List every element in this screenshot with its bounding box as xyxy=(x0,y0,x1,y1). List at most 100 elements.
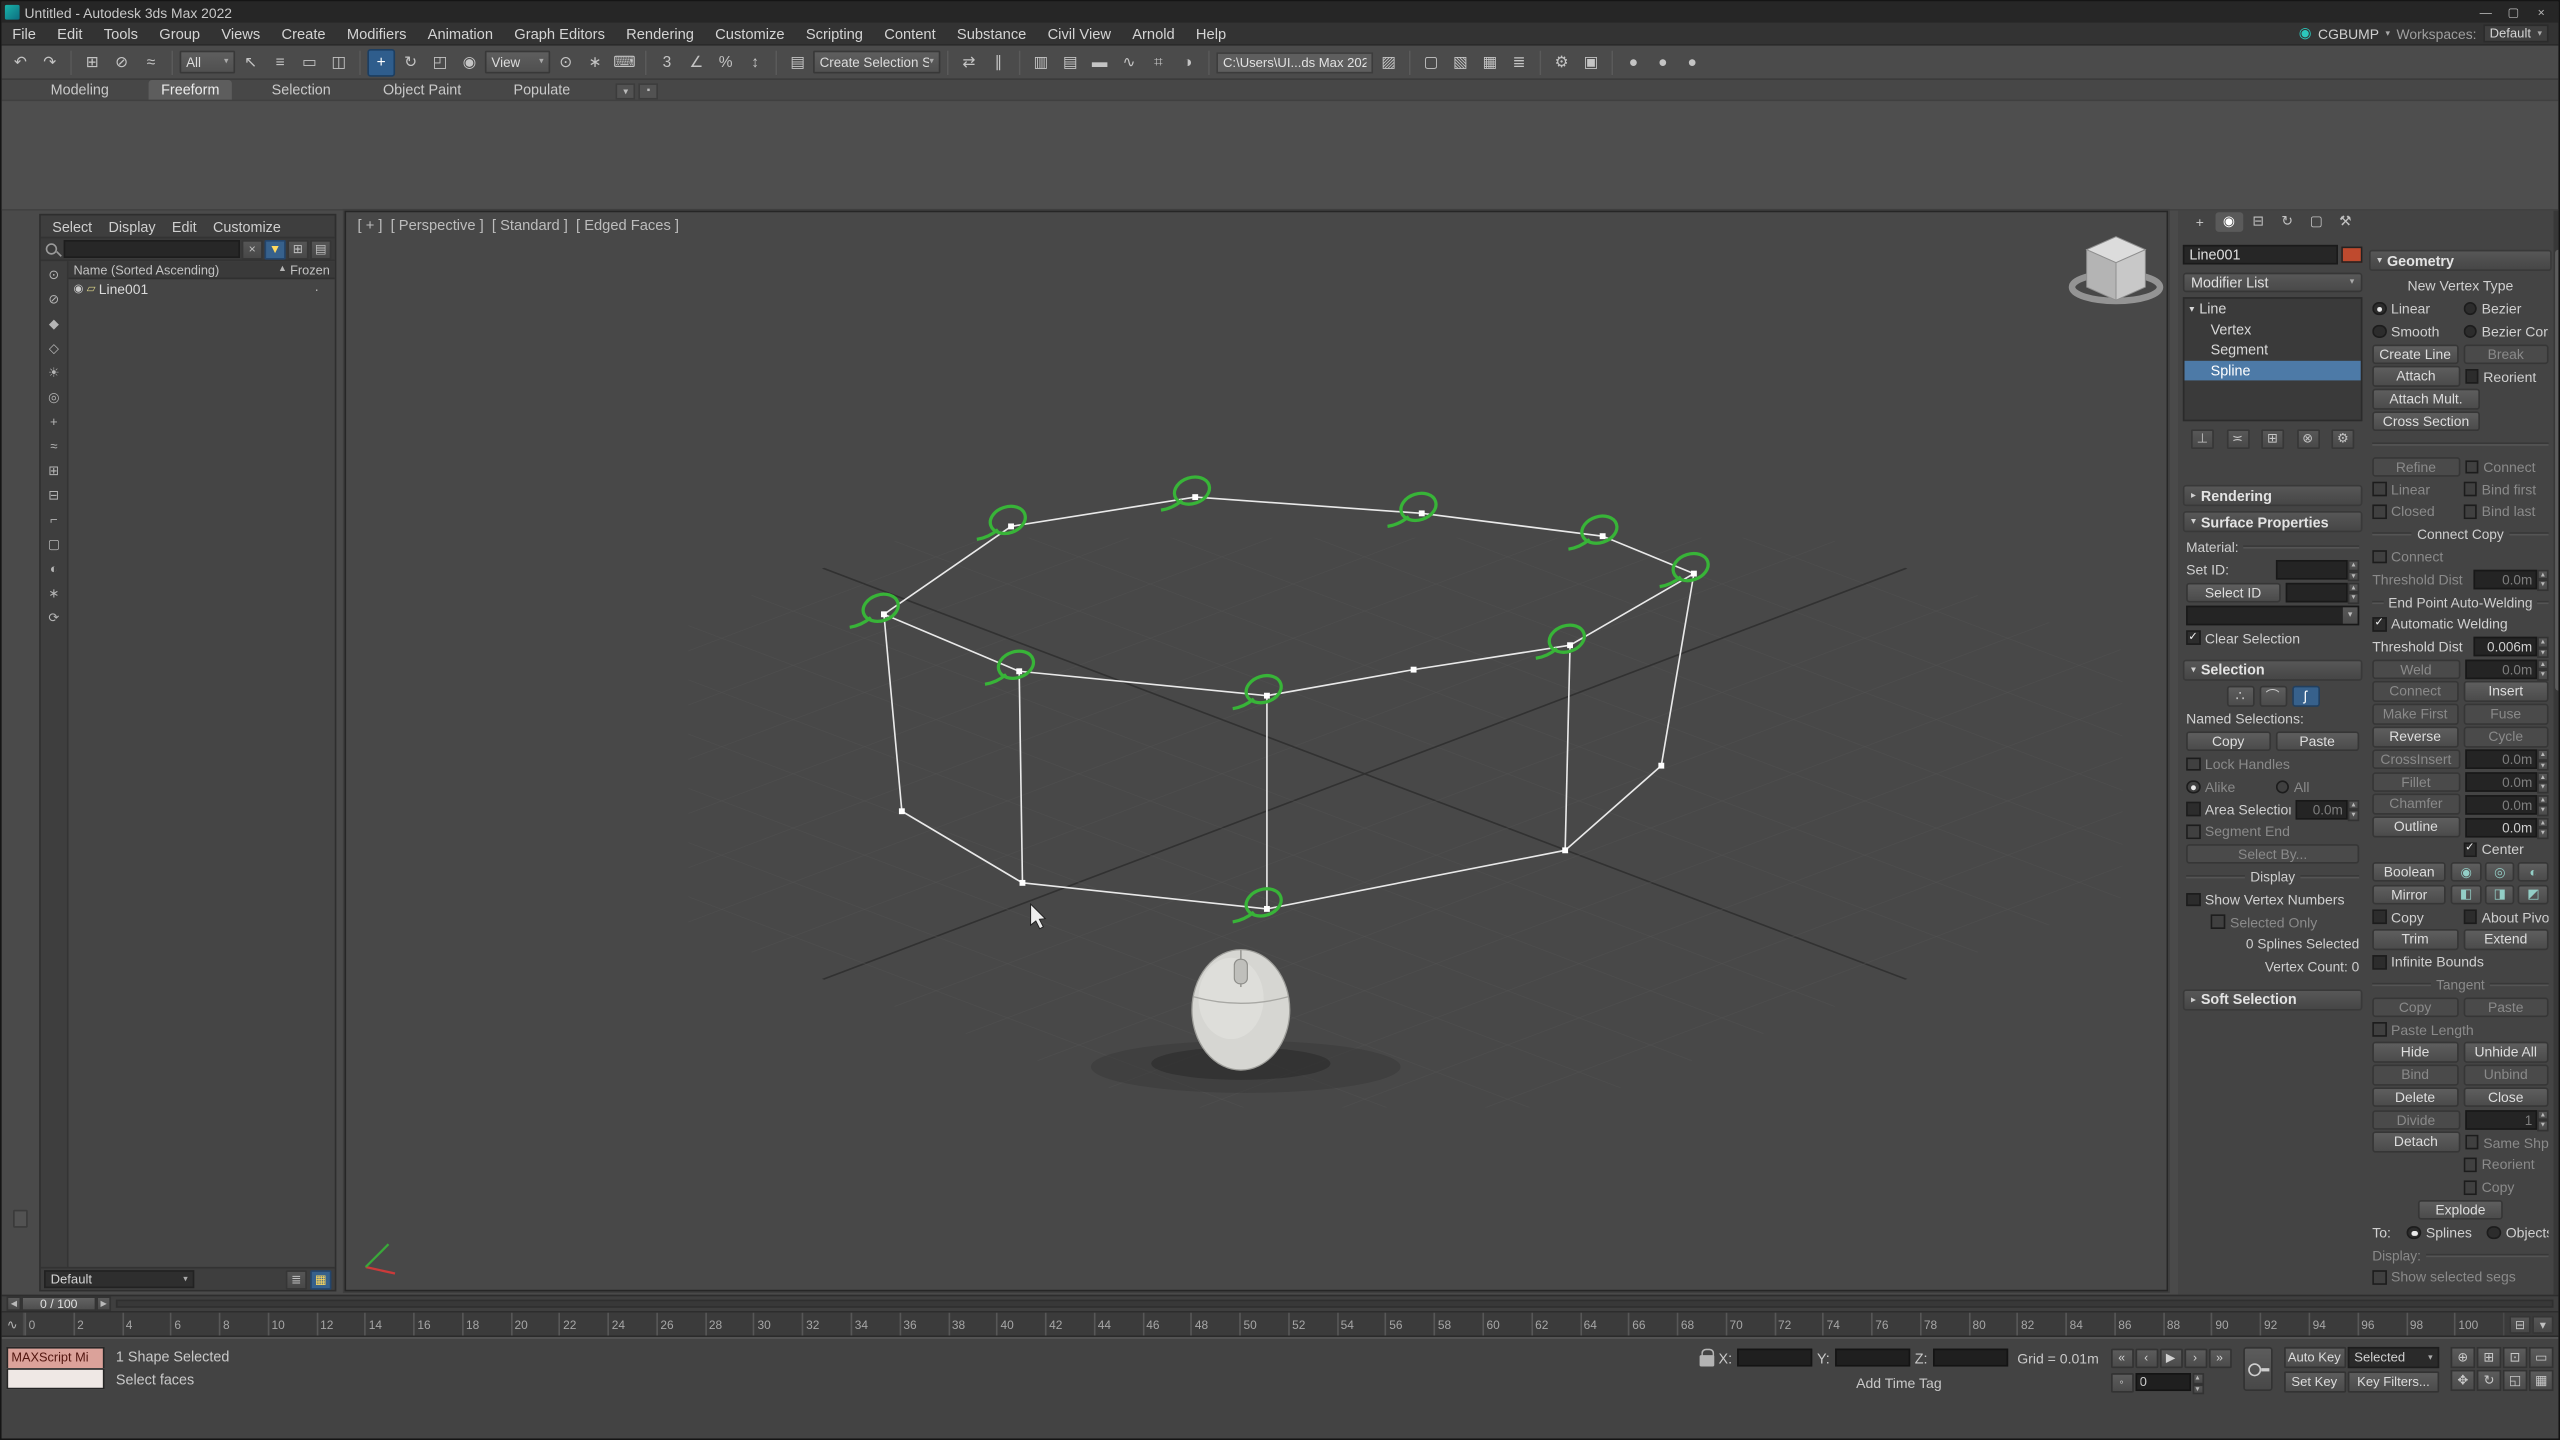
object-color-swatch[interactable] xyxy=(2341,247,2362,263)
ribbon-pin-icon[interactable]: ▪ xyxy=(639,83,659,99)
zoom-all-icon[interactable]: ⊞ xyxy=(2477,1347,2501,1368)
menu-modifiers[interactable]: Modifiers xyxy=(336,23,417,44)
save-file-icon[interactable]: ▦ xyxy=(1476,48,1504,76)
modifier-stack-item-segment[interactable]: Segment xyxy=(2184,340,2360,360)
display-everything-icon[interactable]: ⊙ xyxy=(42,263,66,287)
ribbon-tab-modeling[interactable]: Modeling xyxy=(38,80,122,100)
value-spinner[interactable]: 0.006m▲▼ xyxy=(2473,637,2548,657)
menu-edit[interactable]: Edit xyxy=(47,23,94,44)
z-coordinate-field[interactable] xyxy=(1932,1349,2007,1367)
window-crossing-icon[interactable]: ◫ xyxy=(325,48,353,76)
create-tab-icon[interactable]: + xyxy=(2186,211,2213,231)
schematic-view-icon[interactable]: ⌗ xyxy=(1144,48,1172,76)
menu-graph-editors[interactable]: Graph Editors xyxy=(504,23,616,44)
trackbar-config-icon[interactable]: ⊟ xyxy=(2509,1315,2530,1333)
ribbon-tab-object-paint[interactable]: Object Paint xyxy=(370,80,474,100)
attach-button[interactable]: Attach xyxy=(2372,366,2459,386)
mirror-horizontal-icon[interactable]: ◧ xyxy=(2451,885,2481,905)
copy-button[interactable]: Copy xyxy=(2186,731,2270,751)
ribbon-tab-populate[interactable]: Populate xyxy=(500,80,583,100)
spinner-arrows-icon[interactable]: ▲▼ xyxy=(2537,1110,2548,1130)
center-checkbox[interactable]: ✓Center xyxy=(2463,841,2549,857)
undo-icon[interactable]: ↶ xyxy=(7,48,35,76)
render-iterative-icon[interactable]: ● xyxy=(1649,48,1677,76)
menu-substance[interactable]: Substance xyxy=(946,23,1037,44)
track-bar[interactable]: ∿ 02468101214161820222426283032343638404… xyxy=(2,1313,2559,1337)
spinner-arrows-icon[interactable]: ▲▼ xyxy=(2348,560,2359,580)
spinner-arrows-icon[interactable]: ▲▼ xyxy=(2537,659,2548,679)
modifier-stack-item-spline[interactable]: Spline xyxy=(2184,360,2360,380)
spinner-arrows-icon[interactable]: ▲▼ xyxy=(2348,799,2359,819)
align-icon[interactable]: ∥ xyxy=(984,48,1012,76)
zoom-extents-icon[interactable]: ⊡ xyxy=(2503,1347,2527,1368)
percent-snap-icon[interactable]: % xyxy=(712,48,740,76)
objects-radio[interactable]: Objects xyxy=(2487,1224,2549,1240)
insert-button[interactable]: Insert xyxy=(2463,682,2549,702)
reference-coordinate-dropdown[interactable]: View▾ xyxy=(485,51,550,74)
menu-civil-view[interactable]: Civil View xyxy=(1037,23,1122,44)
previous-frame-icon[interactable]: ‹ xyxy=(2135,1348,2158,1368)
visibility-eye-icon[interactable]: ◉ xyxy=(73,282,83,295)
spinner-arrows-icon[interactable]: ▲▼ xyxy=(2537,772,2548,792)
trackbar-filter-icon[interactable]: ▾ xyxy=(2532,1315,2553,1333)
ribbon-tab-selection[interactable]: Selection xyxy=(259,80,344,100)
unlink-selection-icon[interactable]: ⊘ xyxy=(108,48,136,76)
display-containers-icon[interactable]: ▢ xyxy=(42,532,66,556)
next-frame-button[interactable]: ▶ xyxy=(96,1296,111,1311)
menu-tools[interactable]: Tools xyxy=(93,23,149,44)
boolean-intersect-icon[interactable]: ◐ xyxy=(2518,862,2548,882)
stack-expand-icon[interactable]: ▾ xyxy=(2189,303,2194,314)
value-spinner[interactable]: 0.0m▲▼ xyxy=(2464,817,2548,837)
selection-lock-icon[interactable] xyxy=(1699,1355,1714,1366)
spinner-snap-icon[interactable]: ↕ xyxy=(741,48,769,76)
modify-tab-icon[interactable]: ◉ xyxy=(2215,211,2242,231)
named-selection-sets-dropdown[interactable]: Create Selection Set▾ xyxy=(813,51,940,74)
keyboard-override-icon[interactable]: ⌨ xyxy=(611,48,639,76)
close-button[interactable]: × xyxy=(2527,3,2555,21)
modifier-stack-item-line[interactable]: ▾Line xyxy=(2184,299,2360,319)
macro-recorder-line[interactable]: MAXScript Mi xyxy=(7,1347,105,1368)
explorer-layout-dropdown[interactable]: Default ▾ xyxy=(44,1270,194,1288)
menu-arnold[interactable]: Arnold xyxy=(1122,23,1186,44)
area-selection-checkbox[interactable]: Area Selection xyxy=(2186,801,2290,817)
create-line-button[interactable]: Create Line xyxy=(2372,344,2458,364)
viewport-general-menu[interactable]: [ + ] xyxy=(358,217,383,233)
rectangular-selection-icon[interactable]: ▭ xyxy=(296,48,324,76)
select-and-scale-icon[interactable]: ◰ xyxy=(426,48,454,76)
listener-line[interactable] xyxy=(7,1368,105,1389)
toggle-ribbon-icon[interactable]: ▬ xyxy=(1086,48,1114,76)
display-lights-icon[interactable]: ☀ xyxy=(42,361,66,385)
about-pivot-checkbox[interactable]: About Pivot xyxy=(2463,909,2549,925)
play-icon[interactable]: ▶ xyxy=(2159,1348,2182,1368)
previous-frame-button[interactable]: ◀ xyxy=(7,1296,22,1311)
display-geometry-icon[interactable]: ◆ xyxy=(42,312,66,336)
unhide-all-button[interactable]: Unhide All xyxy=(2463,1042,2549,1062)
ribbon-config-icon[interactable]: ▾ xyxy=(616,83,636,99)
paste-button[interactable]: Paste xyxy=(2275,731,2359,751)
menu-content[interactable]: Content xyxy=(874,23,947,44)
display-bones-icon[interactable]: ⌐ xyxy=(42,508,66,532)
auto-key-button[interactable]: Auto Key xyxy=(2283,1347,2345,1368)
menu-rendering[interactable]: Rendering xyxy=(616,23,705,44)
rollout-geometry[interactable]: ▾Geometry xyxy=(2369,250,2552,271)
scene-search-input[interactable] xyxy=(64,240,240,258)
selection-filter-dropdown[interactable]: All▾ xyxy=(180,51,236,74)
value-spinner[interactable]: ▲▼ xyxy=(2275,560,2359,580)
current-frame-field[interactable] xyxy=(2135,1373,2191,1391)
key-filters-button[interactable]: Key Filters... xyxy=(2348,1371,2439,1392)
menu-customize[interactable]: Customize xyxy=(705,23,796,44)
mirror-icon[interactable]: ⇄ xyxy=(955,48,983,76)
copy-checkbox[interactable]: Copy xyxy=(2372,909,2458,925)
utilities-tab-icon[interactable]: ⚒ xyxy=(2332,211,2359,231)
spline-shape-icon[interactable]: ▱ xyxy=(87,282,96,295)
outline-button[interactable]: Outline xyxy=(2372,817,2459,837)
pin-stack-icon[interactable]: ⊥ xyxy=(2191,429,2214,449)
display-groups-icon[interactable]: ⊞ xyxy=(42,459,66,483)
select-and-move-icon[interactable]: + xyxy=(367,48,395,76)
remove-modifier-icon[interactable]: ⊗ xyxy=(2296,429,2319,449)
rollout-selection[interactable]: ▾Selection xyxy=(2183,660,2363,681)
menu-scripting[interactable]: Scripting xyxy=(795,23,873,44)
reverse-button[interactable]: Reverse xyxy=(2372,727,2458,747)
detach-button[interactable]: Detach xyxy=(2372,1132,2459,1152)
automatic-welding-checkbox[interactable]: ✓Automatic Welding xyxy=(2372,616,2548,632)
